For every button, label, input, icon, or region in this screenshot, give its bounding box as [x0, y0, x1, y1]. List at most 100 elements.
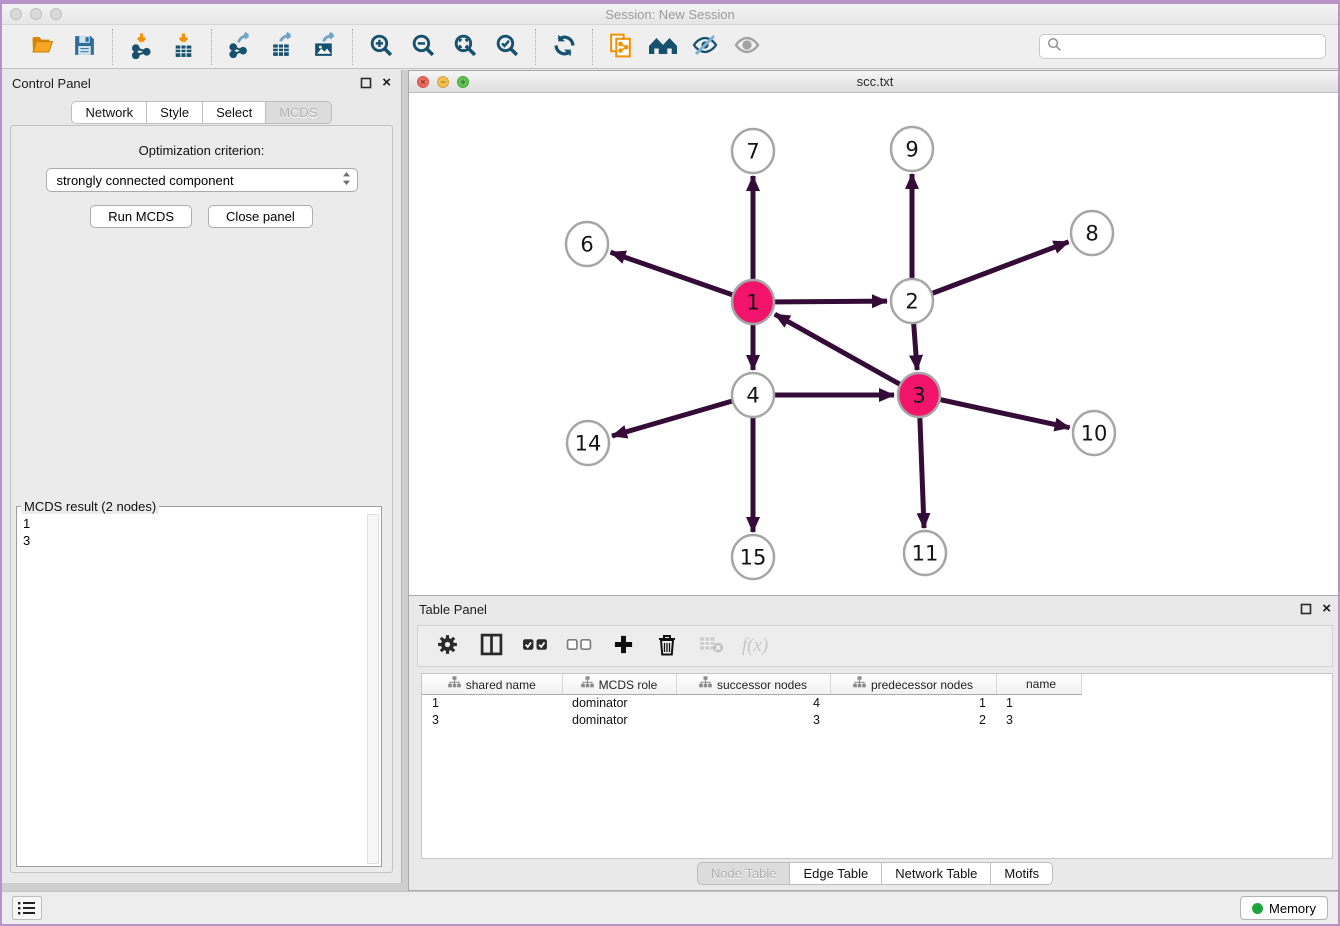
tab-edge-table[interactable]: Edge Table [789, 862, 882, 885]
memory-button[interactable]: Memory [1240, 896, 1328, 920]
result-scrollbar[interactable] [367, 514, 379, 864]
delete-column-button[interactable] [650, 628, 684, 664]
graph-node-9[interactable]: 9 [891, 127, 933, 171]
close-panel-button[interactable]: Close panel [208, 205, 313, 228]
table-cell[interactable]: 1 [996, 694, 1081, 711]
graph-node-label: 2 [905, 290, 918, 314]
graph-node-8[interactable]: 8 [1071, 211, 1113, 255]
mcds-result-text[interactable]: 1 3 [17, 514, 365, 864]
graph-node-2[interactable]: 2 [891, 279, 933, 323]
import-table-button[interactable] [164, 29, 202, 65]
graph-node-label: 3 [912, 384, 925, 408]
task-history-button[interactable] [12, 896, 42, 920]
uncheck-boxes-icon [566, 635, 593, 657]
select-all-columns-button[interactable] [518, 628, 552, 664]
unselect-all-columns-button[interactable] [562, 628, 596, 664]
graph-node-3[interactable]: 3 [898, 373, 940, 417]
refresh-icon [551, 32, 578, 62]
table-cell[interactable]: 4 [676, 694, 830, 711]
import-network-button[interactable] [122, 29, 160, 65]
import-net-icon [128, 32, 155, 62]
zoom-in-button[interactable] [362, 29, 400, 65]
graph-node-11[interactable]: 11 [904, 531, 946, 575]
tab-select[interactable]: Select [202, 101, 266, 124]
zoom-out-button[interactable] [404, 29, 442, 65]
gear-icon [436, 633, 459, 659]
delete-table-button [694, 628, 728, 664]
table-row[interactable]: 1dominator411 [422, 694, 1332, 711]
graph-node-1[interactable]: 1 [732, 280, 774, 324]
table-cell[interactable]: dominator [562, 694, 676, 711]
graph-node-10[interactable]: 10 [1073, 411, 1115, 455]
export-network-button[interactable] [221, 29, 259, 65]
graph-node-label: 14 [575, 432, 602, 456]
network-view-title: scc.txt [409, 74, 1340, 89]
column-header-successor-nodes[interactable]: successor nodes [676, 674, 830, 694]
table-cell[interactable]: 1 [422, 694, 562, 711]
graph-edge-2-8[interactable] [912, 242, 1069, 301]
graph-node-14[interactable]: 14 [567, 421, 609, 465]
close-table-panel-icon[interactable]: × [1322, 603, 1331, 615]
table-panel-title: Table Panel [419, 602, 487, 617]
dropdown-stepper-icon [342, 171, 351, 189]
graph-edge-3-1[interactable] [775, 314, 919, 395]
export-image-button[interactable] [305, 29, 343, 65]
save-icon [72, 33, 97, 61]
table-row[interactable]: 3dominator323 [422, 711, 1332, 728]
table-settings-button[interactable] [430, 628, 464, 664]
add-column-button[interactable] [606, 628, 640, 664]
tab-motifs[interactable]: Motifs [990, 862, 1053, 885]
network-view-titlebar: × − + scc.txt [409, 71, 1340, 93]
table-cell[interactable]: 3 [422, 711, 562, 728]
first-neighbors-button[interactable] [644, 29, 682, 65]
search-box[interactable] [1039, 34, 1326, 59]
network-canvas[interactable]: 7 9 6 8 1 2 4 3 14 10 15 11 [409, 93, 1340, 594]
run-mcds-button[interactable]: Run MCDS [90, 205, 192, 228]
zoom-fit-button[interactable] [446, 29, 484, 65]
tab-style[interactable]: Style [146, 101, 203, 124]
table-cell[interactable]: 2 [830, 711, 996, 728]
column-header-label: MCDS role [599, 678, 658, 692]
table-panel-header: Table Panel × [409, 596, 1340, 622]
graph-node-15[interactable]: 15 [732, 535, 774, 579]
column-header-mcds-role[interactable]: MCDS role [562, 674, 676, 694]
network-view-window: × − + scc.txt 7 9 6 8 1 2 4 3 14 10 15 11 [408, 70, 1340, 596]
tab-node-table[interactable]: Node Table [697, 862, 791, 885]
graph-edge-3-10[interactable] [919, 395, 1070, 428]
table-columns-button[interactable] [474, 628, 508, 664]
optimization-criterion-select[interactable]: strongly connected component [46, 168, 358, 192]
float-table-panel-icon[interactable] [1300, 603, 1312, 615]
graph-node-4[interactable]: 4 [732, 373, 774, 417]
float-panel-icon[interactable] [360, 77, 372, 89]
column-header-shared-name[interactable]: shared name [422, 674, 562, 694]
tab-network[interactable]: Network [71, 101, 147, 124]
tab-mcds[interactable]: MCDS [265, 101, 331, 124]
import-table-icon [170, 32, 197, 62]
graph-node-7[interactable]: 7 [732, 129, 774, 173]
show-all-button [728, 29, 766, 65]
open-session-button[interactable] [23, 29, 61, 65]
export-net-icon [227, 32, 254, 62]
table-cell[interactable]: 1 [830, 694, 996, 711]
export-img-icon [311, 32, 338, 62]
export-table-button[interactable] [263, 29, 301, 65]
close-panel-icon[interactable]: × [382, 77, 391, 89]
column-header-label: successor nodes [717, 678, 807, 692]
graph-node-6[interactable]: 6 [566, 222, 608, 266]
eye-icon [732, 33, 762, 60]
hide-selected-button[interactable] [686, 29, 724, 65]
table-cell[interactable]: 3 [676, 711, 830, 728]
column-header-name[interactable]: name [996, 674, 1081, 694]
tab-network-table[interactable]: Network Table [881, 862, 991, 885]
zoom-fit-icon [452, 32, 479, 62]
zoom-selected-button[interactable] [488, 29, 526, 65]
search-input[interactable] [1066, 39, 1318, 54]
table-cell[interactable]: 3 [996, 711, 1081, 728]
table-cell[interactable]: dominator [562, 711, 676, 728]
graph-edge-1-6[interactable] [611, 252, 753, 302]
save-session-button[interactable] [65, 29, 103, 65]
column-header-predecessor-nodes[interactable]: predecessor nodes [830, 674, 996, 694]
network-from-selection-button[interactable] [602, 29, 640, 65]
grid-x-icon [699, 635, 724, 657]
apply-layout-button[interactable] [545, 29, 583, 65]
